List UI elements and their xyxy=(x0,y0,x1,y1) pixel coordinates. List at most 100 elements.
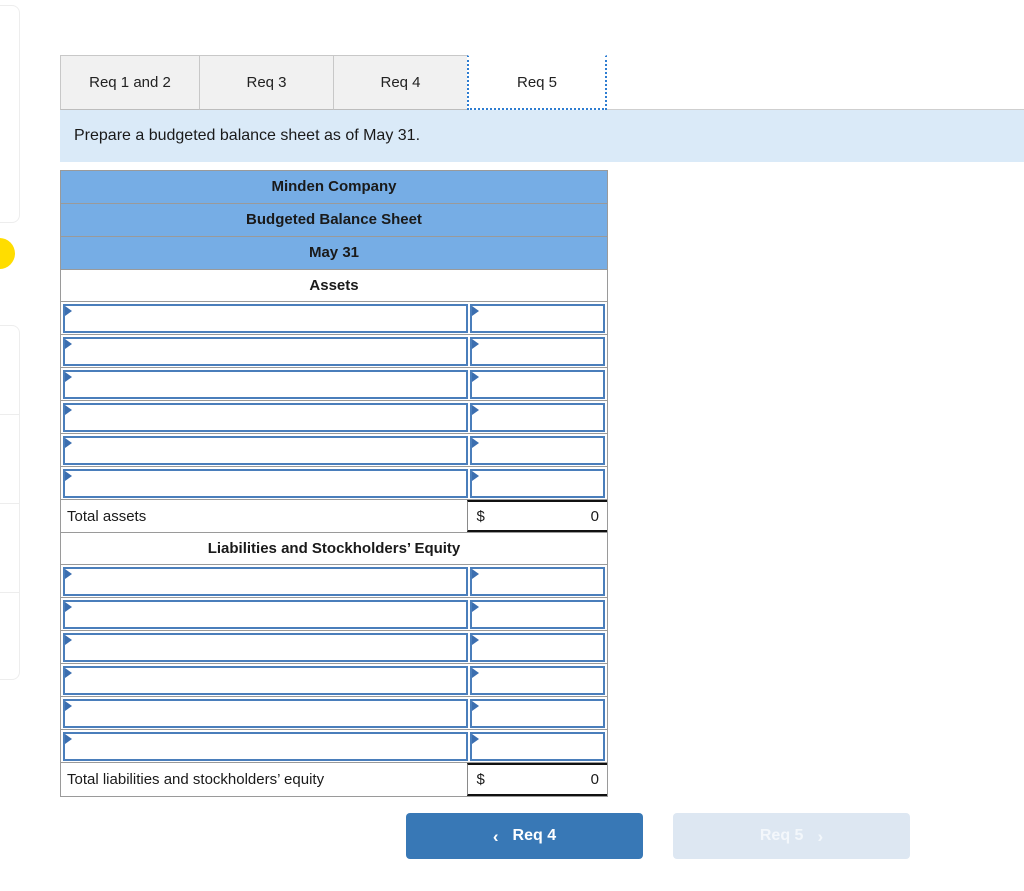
liability-amount-select[interactable] xyxy=(470,567,605,596)
asset-amount-select[interactable] xyxy=(470,403,605,432)
liability-label-cell xyxy=(61,664,469,697)
asset-amount-select[interactable] xyxy=(470,370,605,399)
asset-label-cell xyxy=(61,401,469,434)
liability-value-cell xyxy=(469,697,607,730)
liability-account-select[interactable] xyxy=(63,666,468,695)
liability-account-select[interactable] xyxy=(63,699,468,728)
asset-label-cell xyxy=(61,368,469,401)
asset-value-cell xyxy=(469,401,607,434)
liability-label-cell xyxy=(61,631,469,664)
triangle-right-icon xyxy=(65,372,72,382)
asset-amount-select[interactable] xyxy=(470,469,605,498)
tab-label: Req 3 xyxy=(246,74,287,91)
asset-label-cell xyxy=(61,467,469,500)
instruction-text: Prepare a budgeted balance sheet as of M… xyxy=(74,127,421,144)
tab-req-5[interactable]: Req 5 xyxy=(467,55,607,110)
triangle-right-icon xyxy=(65,405,72,415)
page-root: Req 1 and 2 Req 3 Req 4 Req 5 Prepare a … xyxy=(0,0,1024,891)
liability-account-select[interactable] xyxy=(63,600,468,629)
liability-amount-select[interactable] xyxy=(470,699,605,728)
navigation-buttons: ‹ Req 4 Req 5 › xyxy=(406,813,910,859)
table-row xyxy=(61,730,607,763)
prev-req-4-button[interactable]: ‹ Req 4 xyxy=(406,813,643,859)
triangle-right-icon xyxy=(65,734,72,744)
triangle-right-icon xyxy=(472,306,479,316)
left-gutter-accent-dot xyxy=(0,238,15,269)
left-gutter-card-top xyxy=(0,5,20,223)
asset-amount-select[interactable] xyxy=(470,304,605,333)
triangle-right-icon xyxy=(65,701,72,711)
asset-amount-select[interactable] xyxy=(470,337,605,366)
asset-value-cell xyxy=(469,335,607,368)
total-liabilities-value: $ 0 xyxy=(467,763,607,796)
total-assets-amount: 0 xyxy=(590,507,599,525)
triangle-right-icon xyxy=(65,471,72,481)
liability-account-select[interactable] xyxy=(63,633,468,662)
liability-amount-select[interactable] xyxy=(470,732,605,761)
next-button-label: Req 5 xyxy=(759,827,804,844)
tab-req-1-and-2[interactable]: Req 1 and 2 xyxy=(60,55,200,110)
asset-amount-select[interactable] xyxy=(470,436,605,465)
liability-account-select[interactable] xyxy=(63,567,468,596)
liability-value-cell xyxy=(469,598,607,631)
triangle-right-icon xyxy=(472,405,479,415)
triangle-right-icon xyxy=(65,438,72,448)
triangle-right-icon xyxy=(472,734,479,744)
triangle-right-icon xyxy=(472,438,479,448)
liability-account-select[interactable] xyxy=(63,732,468,761)
table-row xyxy=(61,368,607,401)
table-row xyxy=(61,302,607,335)
triangle-right-icon xyxy=(472,668,479,678)
next-req-5-button[interactable]: Req 5 › xyxy=(673,813,910,859)
statement-date: May 31 xyxy=(308,244,360,261)
liability-amount-select[interactable] xyxy=(470,600,605,629)
asset-account-select[interactable] xyxy=(63,469,468,498)
triangle-right-icon xyxy=(65,635,72,645)
gutter-divider xyxy=(0,592,19,593)
instruction-banner: Prepare a budgeted balance sheet as of M… xyxy=(60,110,1024,162)
table-row xyxy=(61,401,607,434)
section-heading-liabilities: Liabilities and Stockholders’ Equity xyxy=(61,533,607,565)
company-name: Minden Company xyxy=(271,178,397,195)
triangle-right-icon xyxy=(472,339,479,349)
triangle-right-icon xyxy=(65,306,72,316)
liability-value-cell xyxy=(469,631,607,664)
liabilities-heading: Liabilities and Stockholders’ Equity xyxy=(207,540,461,557)
table-row xyxy=(61,434,607,467)
total-liabilities-label: Total liabilities and stockholders’ equi… xyxy=(67,771,325,788)
prev-button-label: Req 4 xyxy=(512,827,557,844)
tab-label: Req 4 xyxy=(380,74,421,91)
asset-account-select[interactable] xyxy=(63,403,468,432)
table-row xyxy=(61,697,607,730)
liability-label-cell xyxy=(61,697,469,730)
tab-label: Req 5 xyxy=(516,73,558,91)
triangle-right-icon xyxy=(472,701,479,711)
tab-strip: Req 1 and 2 Req 3 Req 4 Req 5 xyxy=(60,55,607,110)
triangle-right-icon xyxy=(472,471,479,481)
liability-label-cell xyxy=(61,565,469,598)
asset-account-select[interactable] xyxy=(63,337,468,366)
statement-name: Budgeted Balance Sheet xyxy=(246,211,422,228)
currency-symbol: $ xyxy=(476,771,485,788)
total-assets-row: Total assets $ 0 xyxy=(61,500,607,533)
asset-account-select[interactable] xyxy=(63,436,468,465)
asset-value-cell xyxy=(469,434,607,467)
gutter-divider xyxy=(0,414,19,415)
asset-value-cell xyxy=(469,302,607,335)
table-row xyxy=(61,565,607,598)
table-row xyxy=(61,664,607,697)
liability-amount-select[interactable] xyxy=(470,666,605,695)
chevron-left-icon: ‹ xyxy=(492,826,499,846)
asset-account-select[interactable] xyxy=(63,370,468,399)
asset-account-select[interactable] xyxy=(63,304,468,333)
left-gutter-card-bottom xyxy=(0,325,20,680)
tab-label: Req 1 and 2 xyxy=(89,74,171,91)
liability-label-cell xyxy=(61,598,469,631)
liability-amount-select[interactable] xyxy=(470,633,605,662)
table-title-statement: Budgeted Balance Sheet xyxy=(61,204,607,237)
table-title-date: May 31 xyxy=(61,237,607,270)
tab-req-4[interactable]: Req 4 xyxy=(333,55,468,110)
liability-value-cell xyxy=(469,565,607,598)
tab-req-3[interactable]: Req 3 xyxy=(199,55,334,110)
assets-heading: Assets xyxy=(309,277,359,294)
